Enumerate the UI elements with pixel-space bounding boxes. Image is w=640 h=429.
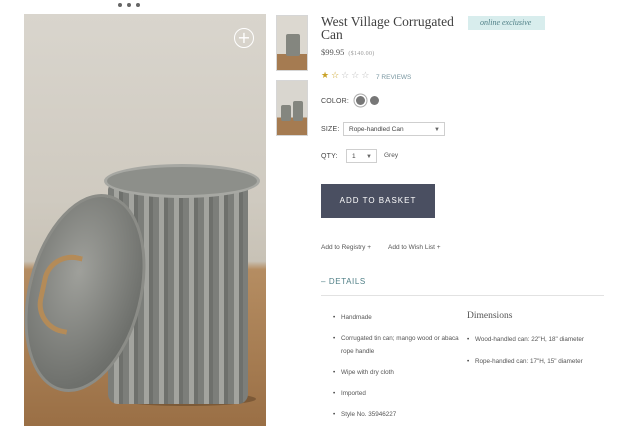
caret-down-icon: ▼ [366,154,372,160]
details-heading: DETAILS [328,277,366,286]
list-item: Rope-handled can: 17"H, 15" diameter [467,355,597,368]
add-to-registry-link[interactable]: Add to Registry + [321,244,371,251]
star-icon: ☆ [341,71,352,81]
zoom-plus-icon[interactable]: + [234,28,254,48]
can-rim [104,164,260,198]
online-exclusive-badge: online exclusive [468,16,546,30]
thumbnail-2[interactable] [276,80,308,136]
list-item: Handmade [333,311,465,324]
list-item: Corrugated tin can; mango wood or abaca … [333,332,465,358]
dimensions-list: Wood-handled can: 22"H, 18" diameter Rop… [467,333,597,377]
size-label: SIZE: [321,126,340,133]
list-item: Wood-handled can: 22"H, 18" diameter [467,333,597,346]
collapse-minus-icon: – [321,277,329,286]
rating-stars: ★☆☆☆☆ [321,71,371,81]
size-value: Rope-handled Can [349,126,404,133]
list-item: Imported [333,387,465,400]
qty-value: 1 [352,153,356,160]
cropped-top-dots [118,0,158,7]
qty-label: QTY: [321,153,338,160]
price: $99.95 ($140.00) [321,47,375,57]
size-select[interactable]: Rope-handled Can ▼ [343,122,445,136]
star-icon: ☆ [351,71,362,81]
add-to-wish-list-link[interactable]: Add to Wish List + [388,244,441,251]
list-item: Wipe with dry cloth [333,366,465,379]
star-icon: ☆ [361,71,372,81]
current-price: $99.95 [321,47,345,57]
color-label: COLOR: [321,98,350,105]
star-icon: ★ [321,71,332,81]
details-divider [321,295,604,296]
caret-down-icon: ▼ [434,127,440,133]
reviews-link[interactable]: 7 REVIEWS [376,74,411,81]
add-to-basket-button[interactable]: ADD TO BASKET [321,184,435,218]
product-title: West Village Corrugated Can [321,14,454,42]
thumbnail-1[interactable] [276,15,308,71]
original-price: ($140.00) [348,51,375,57]
details-list: Handmade Corrugated tin can; mango wood … [333,311,465,429]
selected-color-note: Grey [384,152,399,159]
dimensions-heading: Dimensions [467,311,513,321]
color-swatch-grey[interactable] [370,96,379,105]
star-half-icon: ☆ [331,71,342,81]
color-swatch-grey-selected[interactable] [356,96,365,105]
list-item: Style No. 35946227 [333,408,465,421]
main-product-image[interactable]: + [24,14,266,426]
qty-select[interactable]: 1 ▼ [346,149,377,163]
details-toggle[interactable]: – DETAILS [321,277,366,286]
